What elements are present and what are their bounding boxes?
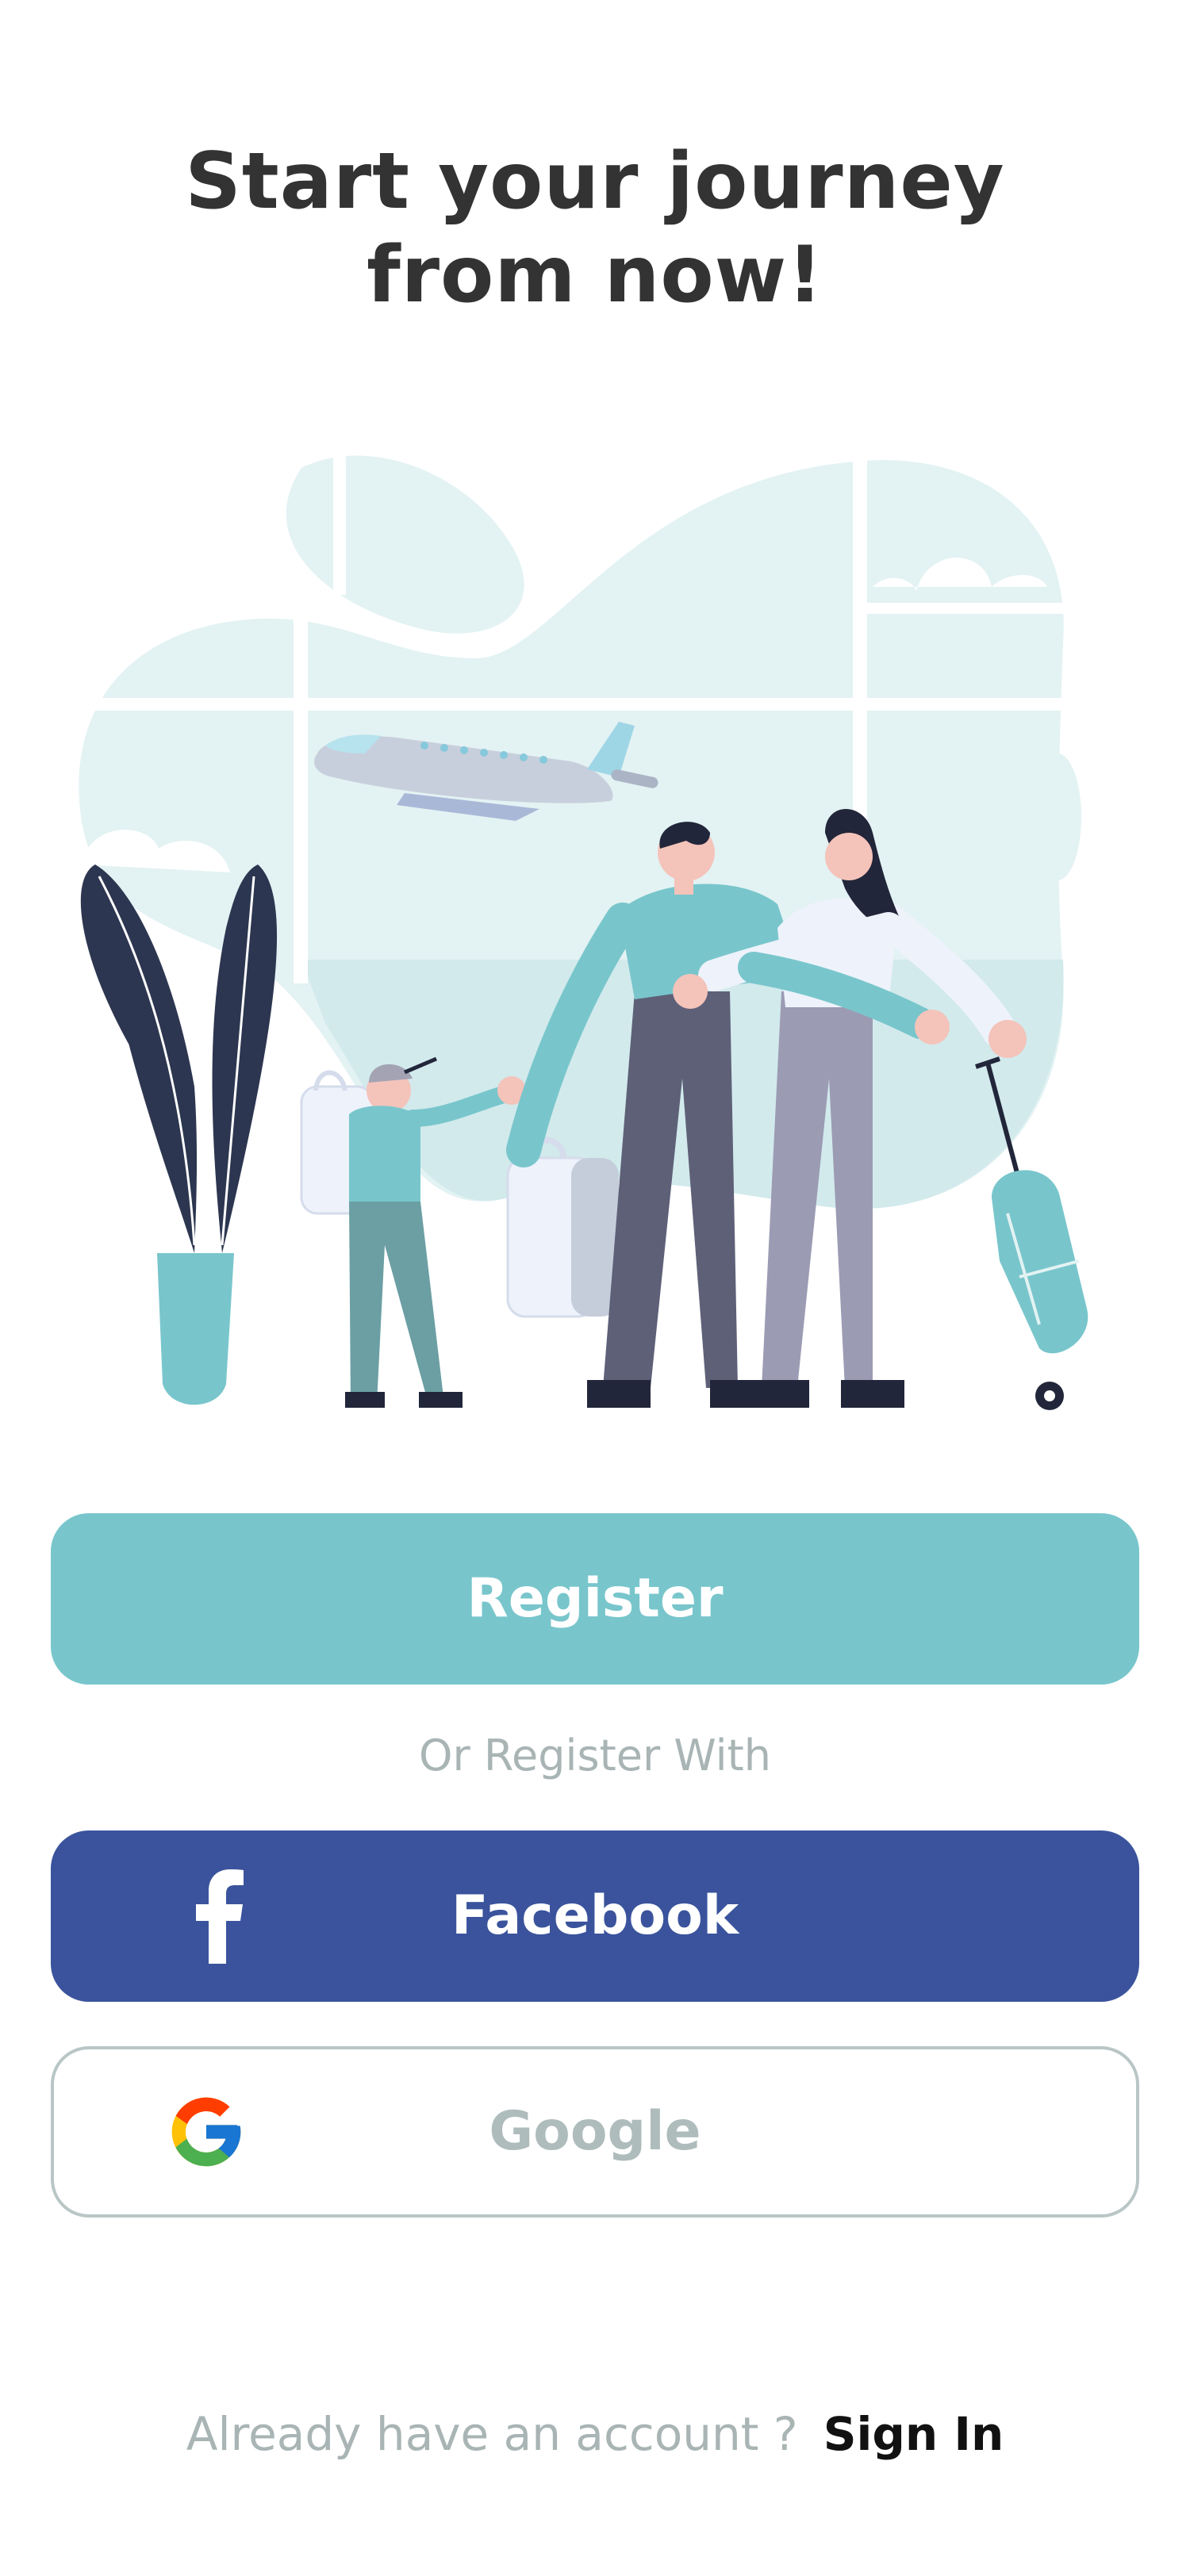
- facebook-button-label: Facebook: [451, 1884, 739, 1947]
- google-button-label: Google: [489, 2100, 701, 2163]
- google-button[interactable]: Google: [51, 2046, 1139, 2218]
- facebook-button[interactable]: Facebook: [51, 1830, 1139, 2002]
- page-title-line-2: from now!: [367, 230, 823, 320]
- potted-plant: [80, 864, 278, 1405]
- register-button[interactable]: Register: [51, 1513, 1139, 1685]
- travelers-at-airport-illustration: [63, 436, 1095, 1410]
- page-title: Start your journey from now!: [0, 135, 1190, 322]
- page-title-line-1: Start your journey: [185, 136, 1005, 227]
- sign-in-prompt: Already have an account ? Sign In: [0, 2407, 1190, 2461]
- register-button-label: Register: [466, 1567, 724, 1630]
- already-have-account-text: Already have an account ?: [186, 2407, 798, 2461]
- or-register-with-text: Or Register With: [419, 1731, 771, 1781]
- sign-in-link[interactable]: Sign In: [823, 2407, 1004, 2461]
